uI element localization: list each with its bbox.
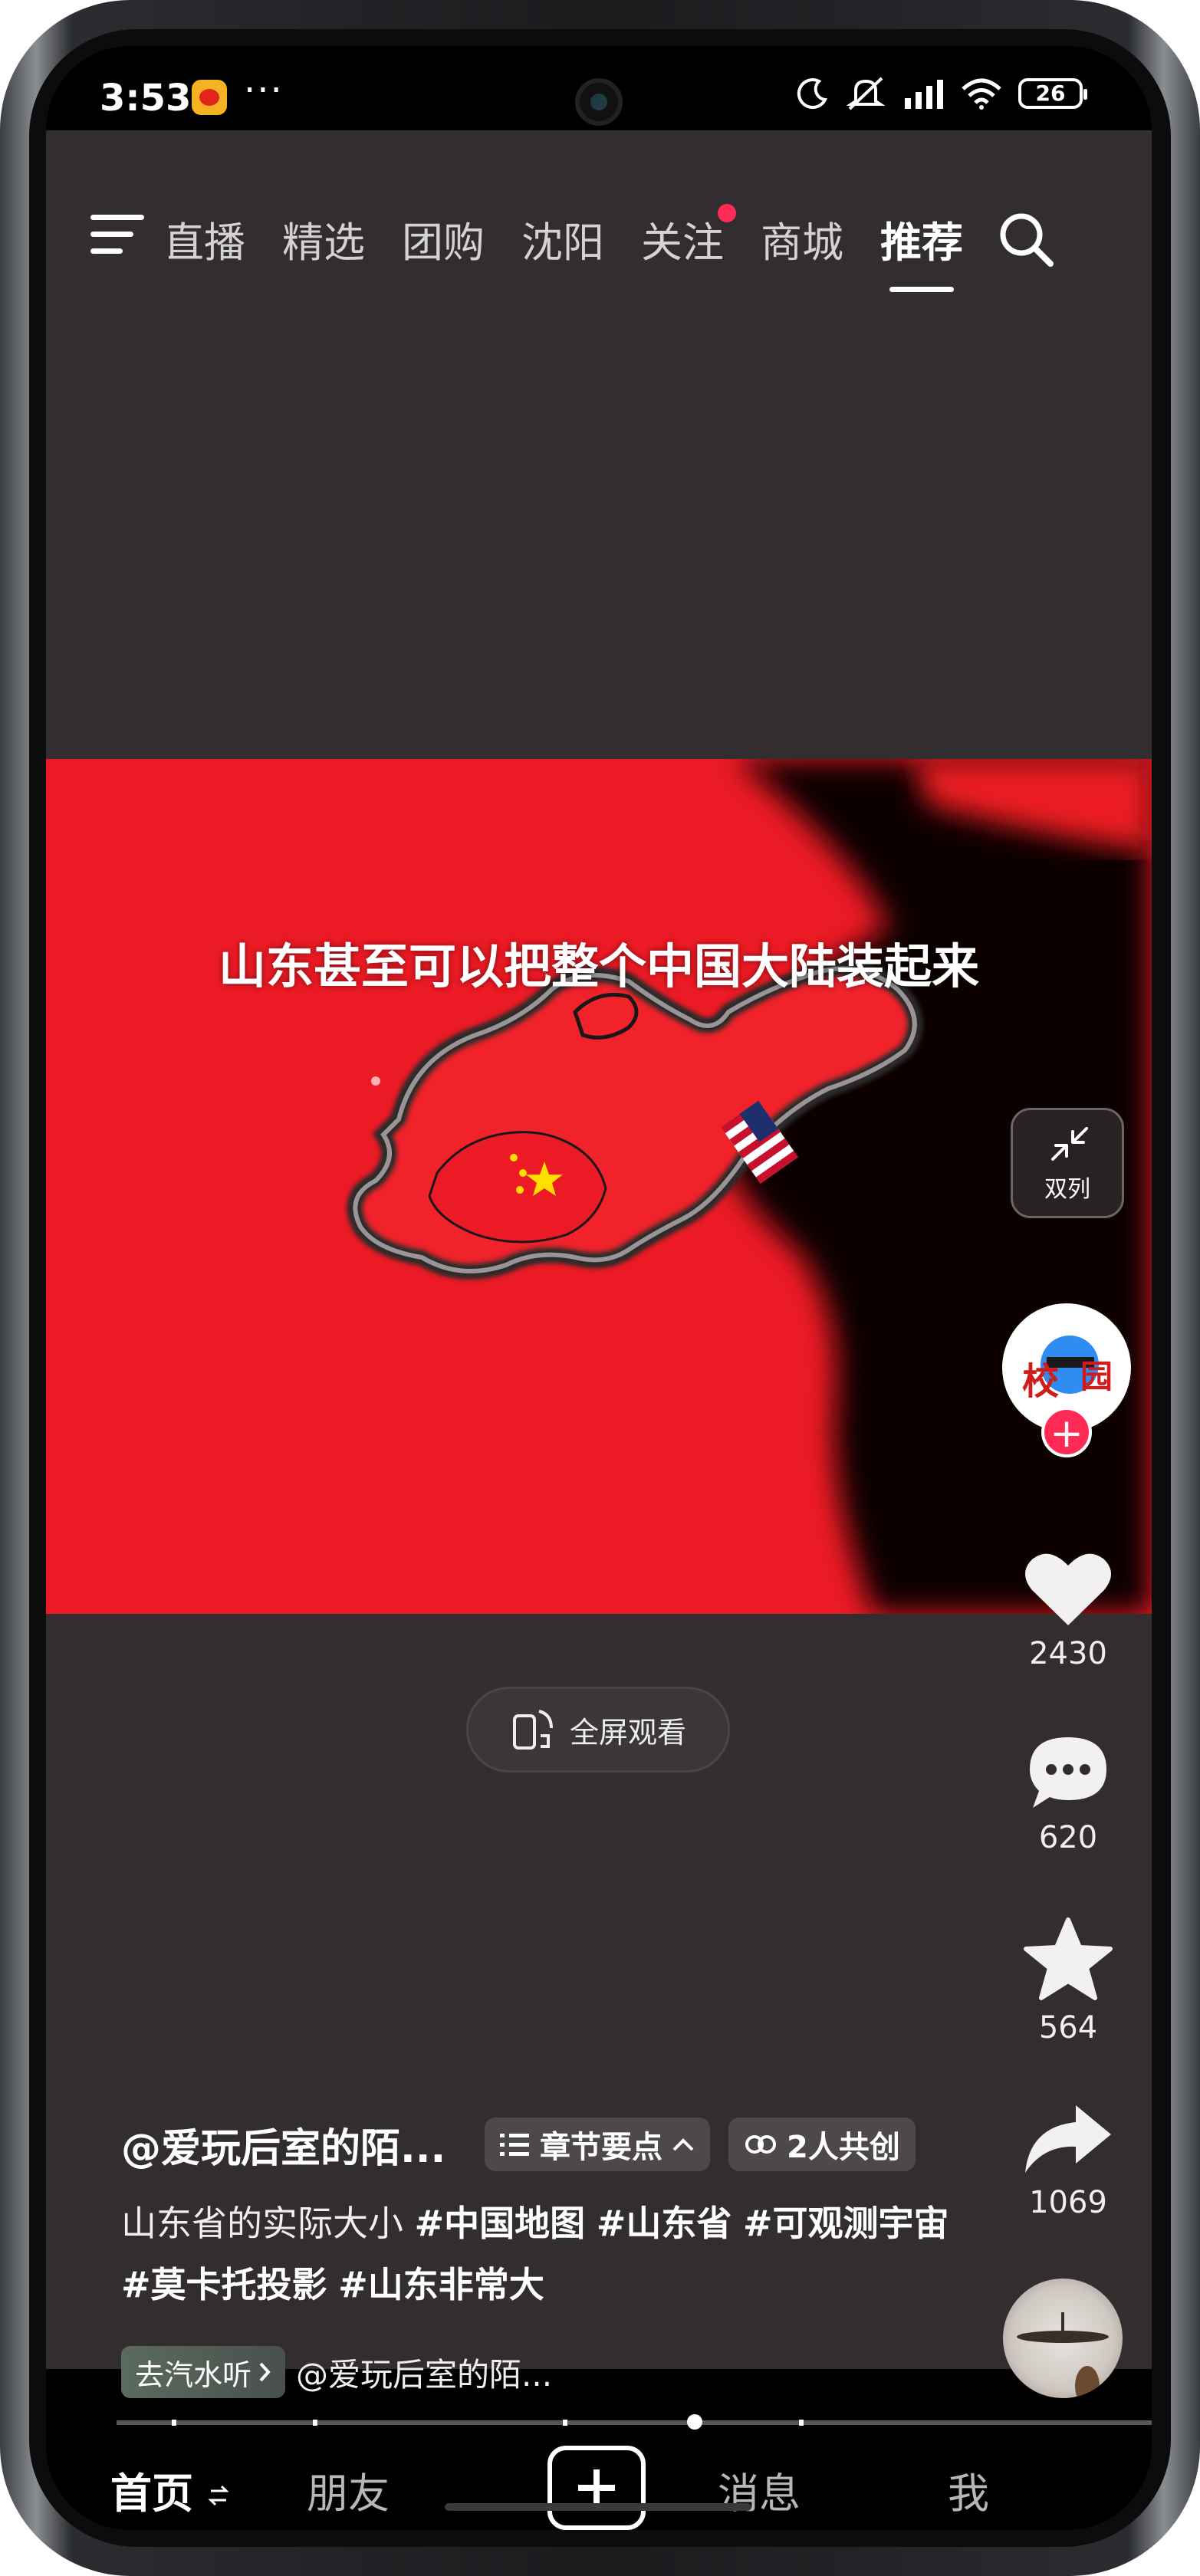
video-progress-bar[interactable]	[117, 2414, 1152, 2430]
create-button[interactable]	[547, 2446, 646, 2530]
signal-icon	[905, 80, 943, 109]
collab-label: 2人共创	[787, 2130, 900, 2165]
bottom-tab-bar: 首页 朋友 消息 我	[46, 2430, 1152, 2530]
follow-plus-button[interactable]: +	[1041, 1407, 1092, 1457]
listen-on-soda-label: 去汽水听	[135, 2358, 252, 2392]
progress-knob[interactable]	[687, 2414, 702, 2430]
share-action[interactable]: 1069	[988, 2101, 1149, 2220]
chevron-right-icon	[259, 2362, 271, 2382]
tab-recommended[interactable]: 推荐	[880, 209, 963, 292]
wifi-icon	[962, 78, 1001, 110]
video-caption: 山东甚至可以把整个中国大陆装起来	[218, 938, 979, 994]
svg-text:校: 校	[1022, 1360, 1059, 1403]
tab-home-label: 首页	[110, 2469, 193, 2518]
music-name[interactable]: @爱玩后室的陌...	[296, 2349, 552, 2396]
hashtag[interactable]: #山东省	[597, 2203, 732, 2244]
search-icon[interactable]	[995, 209, 1057, 270]
status-bar: 3:53 ··· 26	[46, 46, 1152, 146]
weibo-icon	[192, 80, 227, 115]
favorite-action[interactable]: 564	[988, 1917, 1149, 2045]
chapters-label: 章节要点	[540, 2130, 662, 2165]
tab-me[interactable]: 我	[948, 2459, 989, 2520]
home-indicator	[445, 2503, 751, 2511]
tab-mall[interactable]: 商城	[761, 209, 843, 269]
chapter-marker	[172, 2420, 176, 2426]
chapters-button[interactable]: 章节要点	[485, 2118, 710, 2171]
video-map-illustration	[347, 759, 1152, 1614]
share-arrow-icon	[1025, 2105, 1111, 2173]
hashtag[interactable]: #莫卡托投影	[121, 2264, 327, 2305]
favorite-count: 564	[1038, 2010, 1098, 2045]
comment-count: 620	[1038, 1820, 1098, 1855]
screen: 3:53 ··· 26 直播 精选 团购 沈阳 关注 商城 推荐 山东甚至可以把…	[46, 46, 1152, 2530]
chapter-marker	[799, 2420, 804, 2426]
post-description: 山东省的实际大小 #中国地图 #山东省 #可观测宇宙 #莫卡托投影 #山东非常大	[121, 2193, 965, 2315]
hashtag[interactable]: #可观测宇宙	[743, 2203, 949, 2244]
author-name[interactable]: @爱玩后室的陌...	[121, 2116, 445, 2174]
like-action[interactable]: 2430	[988, 1549, 1149, 1671]
tab-following[interactable]: 关注	[641, 204, 736, 269]
feed-tabs: 直播 精选 团购 沈阳 关注 商城 推荐	[169, 204, 1000, 292]
fullscreen-label: 全屏观看	[569, 1715, 686, 1750]
music-row: 去汽水听 @爱玩后室的陌...	[121, 2346, 552, 2398]
hashtag[interactable]: #中国地图	[415, 2203, 586, 2244]
link-icon	[745, 2135, 776, 2154]
swap-arrows-icon	[208, 2485, 229, 2506]
star-icon	[1024, 1917, 1113, 2000]
top-nav: 直播 精选 团购 沈阳 关注 商城 推荐	[46, 192, 1152, 292]
tab-live[interactable]: 直播	[169, 209, 245, 269]
more-notifications-icon: ···	[244, 69, 284, 112]
video-player[interactable]: 山东甚至可以把整个中国大陆装起来	[46, 759, 1152, 1614]
tab-home[interactable]: 首页	[110, 2459, 229, 2520]
notification-dot	[718, 204, 736, 222]
chevron-up-icon	[672, 2138, 694, 2151]
front-camera	[575, 78, 623, 126]
comment-icon	[1030, 1737, 1106, 1808]
list-icon	[500, 2134, 529, 2156]
hashtag[interactable]: #山东非常大	[338, 2264, 544, 2305]
tab-featured[interactable]: 精选	[282, 209, 365, 269]
mute-icon	[846, 77, 886, 110]
status-icons: 26	[796, 75, 1087, 112]
dual-column-button[interactable]: 双列	[1011, 1108, 1124, 1218]
rotate-phone-icon	[512, 1710, 553, 1750]
chapter-marker	[313, 2420, 317, 2426]
share-count: 1069	[1029, 2185, 1107, 2220]
comment-action[interactable]: 620	[988, 1733, 1149, 1855]
tab-friends[interactable]: 朋友	[307, 2459, 390, 2520]
moon-icon	[797, 78, 828, 110]
tab-following-label: 关注	[641, 219, 724, 267]
menu-icon[interactable]	[90, 215, 144, 255]
status-time: 3:53	[100, 77, 192, 120]
svg-text:园: 园	[1080, 1358, 1113, 1395]
description-text: 山东省的实际大小	[121, 2203, 403, 2244]
tab-group-buy[interactable]: 团购	[402, 209, 485, 269]
disc-artwork	[1017, 2312, 1109, 2398]
music-disc[interactable]	[1003, 2279, 1123, 2398]
heart-icon	[1025, 1553, 1111, 1625]
tab-shenyang[interactable]: 沈阳	[521, 209, 604, 269]
fullscreen-button[interactable]: 全屏观看	[466, 1687, 730, 1773]
battery-icon: 26	[1018, 78, 1087, 109]
collab-button[interactable]: 2人共创	[728, 2118, 916, 2171]
chapter-marker	[563, 2420, 567, 2426]
dual-column-label: 双列	[1044, 1176, 1090, 1203]
listen-on-soda-button[interactable]: 去汽水听	[121, 2346, 286, 2398]
like-count: 2430	[1029, 1636, 1107, 1671]
tab-messages[interactable]: 消息	[718, 2459, 801, 2520]
collapse-arrows-icon	[1051, 1127, 1088, 1161]
